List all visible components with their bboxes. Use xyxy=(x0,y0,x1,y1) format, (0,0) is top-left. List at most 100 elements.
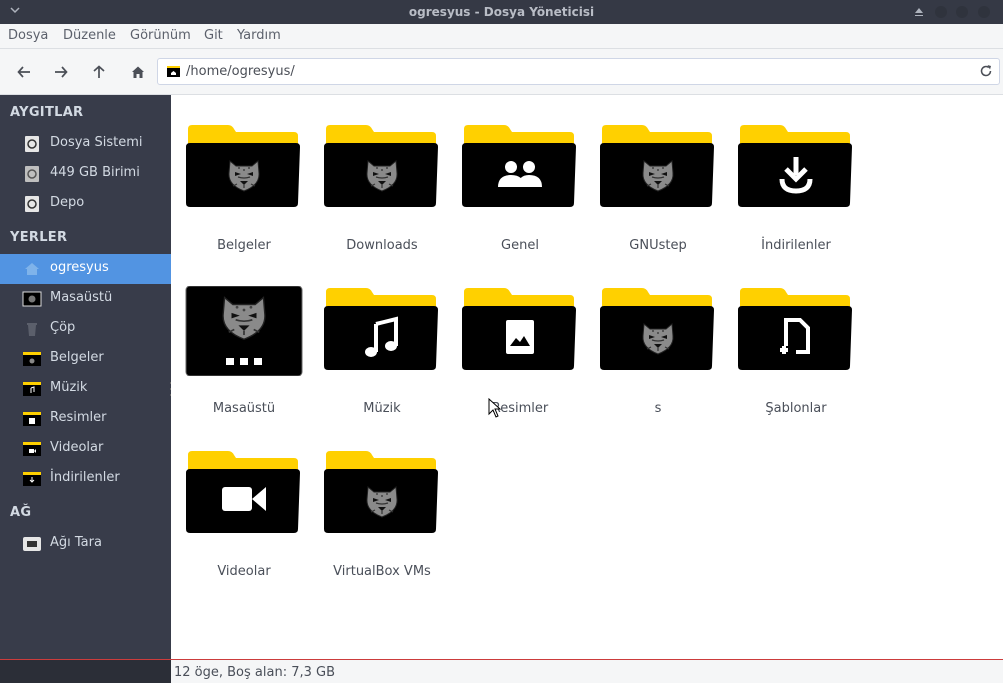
sidebar-item-masaustu[interactable]: Masaüstü xyxy=(0,284,171,314)
folder-pictures-icon xyxy=(460,286,580,376)
network-icon xyxy=(23,537,41,551)
back-button[interactable] xyxy=(14,62,34,82)
status-bar: 12 öge, Boş alan: 7,3 GB xyxy=(0,659,1003,683)
sidebar-item-label: Dosya Sistemi xyxy=(50,135,143,150)
folder-panther-icon xyxy=(184,123,304,213)
icon-view[interactable]: Belgeler Downloads Genel GNUstep İndiril… xyxy=(171,95,1003,660)
sidebar-item-label: Çöp xyxy=(50,320,76,335)
title-bar: ogresyus - Dosya Yöneticisi xyxy=(0,0,1003,24)
arrow-left-icon xyxy=(17,66,30,78)
status-bar-divider xyxy=(0,659,1003,660)
folder-panther-icon xyxy=(322,123,442,213)
folder-templates-icon xyxy=(736,286,856,376)
sidebar-item-cop[interactable]: Çöp xyxy=(0,314,171,344)
folder-videos-icon xyxy=(184,449,304,539)
file-name: Genel xyxy=(501,238,539,253)
menu-yardim[interactable]: Yardım xyxy=(237,28,281,43)
trash-icon xyxy=(27,323,37,336)
arrow-right-icon xyxy=(55,66,68,78)
reload-icon[interactable] xyxy=(979,64,993,78)
file-item-s[interactable]: s xyxy=(585,258,718,416)
sidebar-item-label: Videolar xyxy=(50,440,104,455)
menu-gorunum[interactable]: Görünüm xyxy=(130,28,191,43)
sidebar-item-videolar[interactable]: Videolar xyxy=(0,434,171,464)
folder-videos-icon xyxy=(23,442,41,456)
folder-public-icon xyxy=(460,123,580,213)
folder-music-icon xyxy=(23,382,41,396)
drive-icon xyxy=(25,166,39,182)
forward-button[interactable] xyxy=(51,62,71,82)
file-name: Downloads xyxy=(346,238,418,253)
window-title: ogresyus - Dosya Yöneticisi xyxy=(408,5,595,19)
folder-panther-icon xyxy=(598,286,718,376)
location-bar[interactable]: /home/ogresyus/ xyxy=(157,58,1000,85)
desktop-panther-icon xyxy=(185,286,303,376)
drive-icon xyxy=(25,196,39,212)
status-bar-sidebar-area xyxy=(0,659,171,683)
file-item-downloads[interactable]: Downloads xyxy=(309,95,442,253)
file-item-virtualbox-vms[interactable]: VirtualBox VMs xyxy=(309,421,439,579)
home-button[interactable] xyxy=(128,62,148,82)
sidebar-heading-network: AĞ xyxy=(10,505,32,520)
menu-dosya[interactable]: Dosya xyxy=(8,28,48,43)
mouse-cursor-icon xyxy=(488,398,502,418)
drive-icon xyxy=(25,136,39,152)
folder-panther-icon xyxy=(598,123,718,213)
menu-bar: Dosya Düzenle Görünüm Git Yardım xyxy=(0,24,1003,49)
file-item-masaustu[interactable]: Masaüstü xyxy=(171,258,303,416)
location-path[interactable]: /home/ogresyus/ xyxy=(186,64,295,79)
folder-download-icon xyxy=(736,123,856,213)
maximize-button[interactable] xyxy=(956,6,968,18)
sidebar-item-label: 449 GB Birimi xyxy=(50,165,140,180)
folder-music-icon xyxy=(322,286,442,376)
menu-git[interactable]: Git xyxy=(204,28,223,43)
file-item-resimler[interactable]: Resimler xyxy=(447,258,580,416)
sidebar-item-label: Resimler xyxy=(50,410,107,425)
sidebar-item-depo[interactable]: Depo xyxy=(0,189,171,219)
file-item-videolar[interactable]: Videolar xyxy=(171,421,304,579)
up-button[interactable] xyxy=(89,62,109,82)
sidebar-item-indirilenler[interactable]: İndirilenler xyxy=(0,464,171,494)
sidebar-item-belgeler[interactable]: Belgeler xyxy=(0,344,171,374)
file-name: İndirilenler xyxy=(761,238,831,253)
sidebar-item-label: ogresyus xyxy=(50,260,109,275)
file-item-sablonlar[interactable]: Şablonlar xyxy=(723,258,856,416)
sidebar-item-label: Belgeler xyxy=(50,350,104,365)
sidebar-item-muzik[interactable]: Müzik xyxy=(0,374,171,404)
sidebar-item-label: Masaüstü xyxy=(50,290,113,305)
sidebar-item-label: İndirilenler xyxy=(50,470,120,485)
sidebar-item-ogresyus[interactable]: ogresyus xyxy=(0,254,171,284)
minimize-button[interactable] xyxy=(935,6,947,18)
folder-documents-icon xyxy=(23,352,41,366)
file-name: s xyxy=(654,401,662,416)
file-item-belgeler[interactable]: Belgeler xyxy=(171,95,304,253)
file-item-indirilenler[interactable]: İndirilenler xyxy=(723,95,856,253)
sidebar-item-resimler[interactable]: Resimler xyxy=(0,404,171,434)
file-name: Müzik xyxy=(363,401,401,416)
file-item-muzik[interactable]: Müzik xyxy=(309,258,442,416)
shade-icon[interactable] xyxy=(913,6,925,18)
sidebar-heading-devices: AYGITLAR xyxy=(10,105,84,120)
file-name: VirtualBox VMs xyxy=(333,564,431,579)
sidebar-item-label: Ağı Tara xyxy=(50,535,102,550)
file-name: Resimler xyxy=(491,401,549,416)
home-icon xyxy=(132,66,144,78)
menu-duzenle[interactable]: Düzenle xyxy=(63,28,116,43)
home-folder-icon xyxy=(25,263,39,275)
sidebar-item-449gb[interactable]: 449 GB Birimi xyxy=(0,159,171,189)
sidebar-heading-places: YERLER xyxy=(10,230,68,245)
sidebar-item-dosya-sistemi[interactable]: Dosya Sistemi xyxy=(0,129,171,159)
close-button[interactable] xyxy=(978,6,990,18)
status-text: 12 öge, Boş alan: 7,3 GB xyxy=(174,665,336,680)
file-name: GNUstep xyxy=(629,238,687,253)
folder-pictures-icon xyxy=(23,412,41,426)
file-item-genel[interactable]: Genel xyxy=(447,95,580,253)
file-name: Masaüstü xyxy=(212,401,276,416)
file-item-gnustep[interactable]: GNUstep xyxy=(585,95,718,253)
file-name: Şablonlar xyxy=(765,401,827,416)
file-name: Belgeler xyxy=(217,238,271,253)
home-folder-icon xyxy=(167,66,180,77)
folder-download-icon xyxy=(23,472,41,486)
sidebar-item-agi-tara[interactable]: Ağı Tara xyxy=(0,529,171,559)
arrow-up-icon xyxy=(93,65,105,78)
